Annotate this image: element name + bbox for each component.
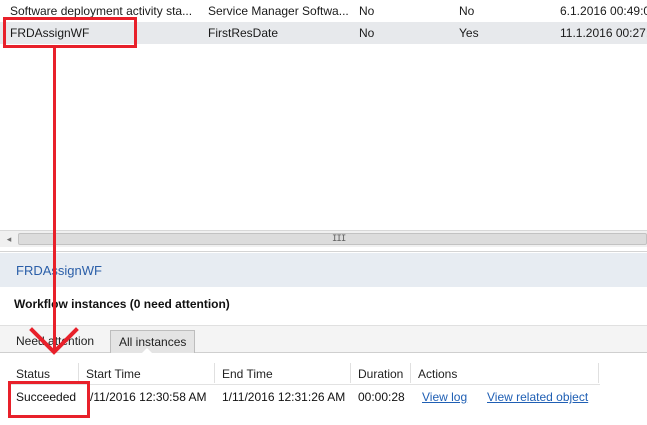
view-related-object-link[interactable]: View related object	[487, 390, 588, 404]
tab-caret-icon	[142, 348, 152, 353]
workflow-col3: No	[359, 26, 375, 40]
workflow-date: 6.1.2016 00:49:04	[560, 4, 647, 18]
column-header-actions[interactable]: Actions	[418, 367, 457, 381]
table-row[interactable]: Succeeded /11/2016 12:30:58 AM 1/11/2016…	[8, 387, 600, 409]
section-title: Workflow instances (0 need attention)	[14, 297, 230, 311]
tab-all-instances[interactable]: All instances	[110, 330, 196, 353]
workflow-enabled: No	[459, 4, 475, 18]
instance-end-time: 1/11/2016 12:31:26 AM	[222, 390, 346, 404]
instance-start-time: /11/2016 12:30:58 AM	[90, 390, 207, 404]
column-divider[interactable]	[78, 363, 79, 383]
instance-duration: 00:00:28	[358, 390, 405, 404]
instances-grid: Status Start Time End Time Duration Acti…	[8, 361, 600, 421]
grid-header: Status Start Time End Time Duration Acti…	[8, 361, 600, 385]
column-divider[interactable]	[598, 363, 599, 383]
arrow-head-icon	[29, 327, 79, 355]
column-header-start-time[interactable]: Start Time	[86, 367, 141, 381]
workflow-management-pack: Service Manager Softwa...	[208, 4, 349, 18]
highlight-box-workflow	[3, 17, 137, 48]
details-header: FRDAssignWF	[0, 253, 647, 287]
view-log-link[interactable]: View log	[422, 390, 467, 404]
details-title: FRDAssignWF	[16, 263, 102, 278]
column-header-status[interactable]: Status	[16, 367, 50, 381]
scrollbar-grip-icon: III	[332, 234, 346, 244]
column-divider[interactable]	[214, 363, 215, 383]
column-header-end-time[interactable]: End Time	[222, 367, 273, 381]
scrollbar-thumb[interactable]: III	[18, 233, 647, 245]
workflow-management-pack: FirstResDate	[208, 26, 279, 40]
column-divider[interactable]	[410, 363, 411, 383]
column-divider[interactable]	[350, 363, 351, 383]
arrow-line-vertical	[53, 48, 56, 353]
workflow-enabled: Yes	[459, 26, 479, 40]
scroll-left-icon[interactable]: ◂	[2, 231, 16, 247]
workflow-name: Software deployment activity sta...	[10, 4, 193, 18]
workflow-col3: No	[359, 4, 375, 18]
highlight-box-status	[8, 381, 90, 418]
details-pane: FRDAssignWF Workflow instances (0 need a…	[0, 253, 647, 425]
instance-tabs: Need attention All instances	[0, 325, 647, 353]
horizontal-scrollbar[interactable]: ◂ III	[0, 230, 647, 247]
workflow-date: 11.1.2016 00:27:5	[560, 26, 647, 40]
column-header-duration[interactable]: Duration	[358, 367, 403, 381]
